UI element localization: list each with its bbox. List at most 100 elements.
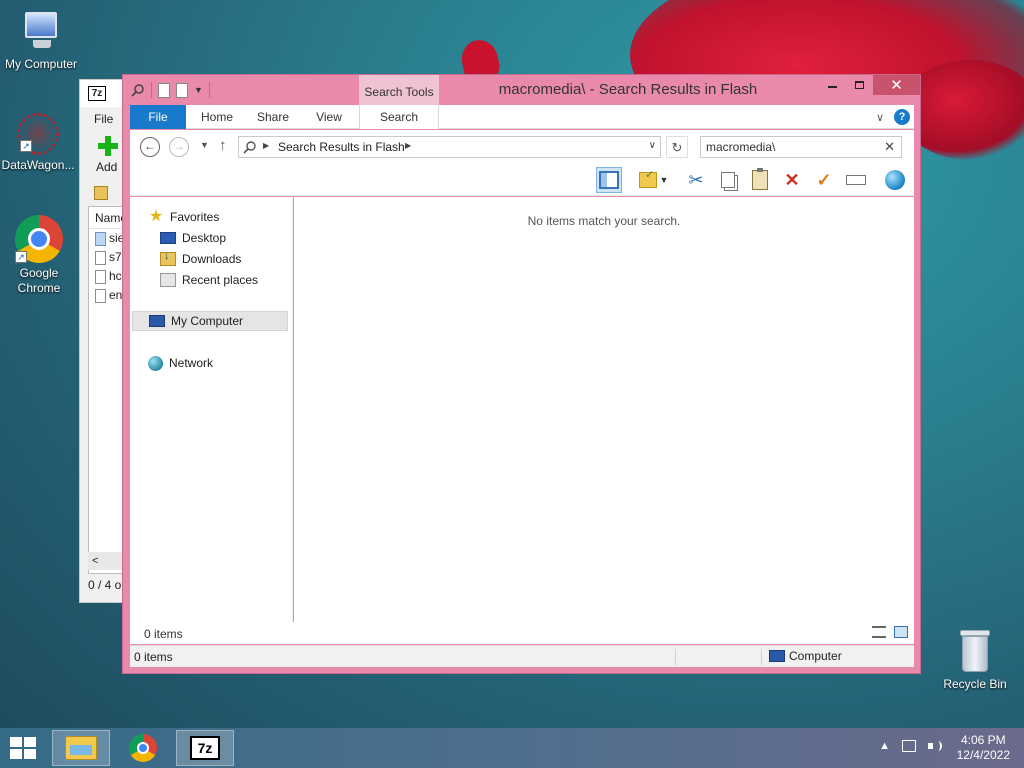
checkmark-icon: ✓ bbox=[816, 170, 832, 190]
recycle-bin-icon bbox=[958, 630, 992, 674]
maximize-button[interactable] bbox=[846, 75, 873, 95]
taskbar-google-chrome[interactable] bbox=[114, 730, 172, 766]
search-input-value[interactable]: macromedia\ bbox=[706, 140, 775, 154]
navigation-bar: ← → ▼ ↑ ▶ Search Results in Flash ▶ ∨ ↻ … bbox=[130, 130, 914, 164]
refresh-icon: ↻ bbox=[671, 140, 683, 155]
desktop-icon-my-computer[interactable]: My Computer bbox=[0, 10, 82, 72]
show-hidden-icons-chevron-up-icon[interactable]: ▲ bbox=[879, 740, 890, 752]
explorer-window[interactable]: ▼ Search Tools macromedia\ - Search Resu… bbox=[122, 74, 921, 674]
system-tray: ▲ bbox=[879, 740, 942, 752]
help-icon[interactable]: ? bbox=[894, 109, 910, 125]
add-plus-icon[interactable] bbox=[98, 136, 118, 156]
select-folder-dropdown[interactable]: ▼ bbox=[657, 167, 671, 193]
internet-button[interactable] bbox=[882, 167, 908, 193]
toolbar-divider bbox=[208, 82, 210, 98]
properties-button[interactable]: ✓ bbox=[811, 167, 837, 193]
items-count: 0 items bbox=[144, 627, 183, 641]
desktop-icon bbox=[160, 232, 176, 244]
folder-up-icon[interactable] bbox=[94, 186, 108, 200]
status-items-count: 0 items bbox=[134, 650, 173, 664]
clear-search-close-icon[interactable]: ✕ bbox=[884, 139, 895, 155]
file-icon bbox=[95, 231, 106, 246]
paste-button[interactable] bbox=[747, 167, 773, 193]
nav-item-network[interactable]: Network bbox=[148, 353, 213, 373]
expand-ribbon-chevron-down-icon[interactable]: ∨ bbox=[876, 111, 884, 124]
desktop-icon-recycle-bin[interactable]: Recycle Bin bbox=[934, 630, 1016, 692]
network-icon[interactable] bbox=[902, 740, 916, 752]
customize-toolbar-chevron-down-icon[interactable]: ▼ bbox=[194, 85, 203, 95]
address-history-chevron-down-icon[interactable]: ∨ bbox=[649, 140, 656, 151]
file-icon bbox=[95, 250, 106, 265]
status-divider bbox=[761, 649, 762, 665]
scroll-left-arrow-icon[interactable]: < bbox=[92, 555, 98, 567]
downloads-icon bbox=[160, 250, 176, 266]
preview-pane-button[interactable] bbox=[596, 167, 622, 193]
details-view-icon[interactable] bbox=[872, 626, 886, 638]
file-explorer-icon bbox=[65, 736, 97, 760]
clipboard-icon bbox=[752, 168, 768, 190]
search-input[interactable]: macromedia\ ✕ bbox=[700, 136, 902, 158]
rename-button[interactable] bbox=[843, 167, 869, 193]
search-icon bbox=[243, 140, 257, 154]
desktop-icon-google-chrome[interactable]: ↗ Google Chrome bbox=[0, 215, 80, 296]
globe-icon bbox=[885, 170, 905, 190]
tab-home[interactable]: Home bbox=[192, 105, 242, 129]
chevron-down-icon: ▼ bbox=[659, 175, 669, 185]
file-icon bbox=[95, 288, 106, 303]
breadcrumb-separator-icon[interactable]: ▶ bbox=[263, 141, 269, 150]
view-switcher bbox=[872, 626, 908, 638]
navigation-pane: ★ Favorites Desktop Downloads Recent pla… bbox=[130, 197, 293, 643]
nav-item-favorites[interactable]: ★ Favorites bbox=[148, 207, 220, 227]
datawagon-icon: ↗ bbox=[17, 113, 59, 155]
7zip-menu-file[interactable]: File bbox=[94, 112, 113, 126]
large-icons-view-icon[interactable] bbox=[894, 626, 908, 638]
new-folder-icon[interactable] bbox=[176, 82, 188, 98]
computer-icon bbox=[149, 315, 165, 327]
maximize-icon bbox=[855, 81, 864, 89]
recent-locations-chevron-down-icon[interactable]: ▼ bbox=[200, 140, 209, 150]
properties-icon[interactable] bbox=[158, 82, 170, 98]
desktop-icon-datawagon[interactable]: ↗ DataWagon... bbox=[0, 113, 79, 173]
taskbar-7zip[interactable]: 7z bbox=[176, 730, 234, 766]
explorer-titlebar[interactable]: ▼ Search Tools macromedia\ - Search Resu… bbox=[123, 75, 920, 105]
close-button[interactable]: ✕ bbox=[873, 75, 920, 95]
tab-search[interactable]: Search bbox=[359, 105, 439, 129]
chrome-icon bbox=[129, 734, 157, 762]
back-button[interactable]: ← bbox=[140, 137, 160, 157]
chrome-icon: ↗ bbox=[15, 215, 63, 263]
refresh-button[interactable]: ↻ bbox=[666, 136, 688, 158]
nav-item-downloads[interactable]: Downloads bbox=[160, 249, 241, 269]
tab-share[interactable]: Share bbox=[248, 105, 298, 129]
tab-view[interactable]: View bbox=[304, 105, 354, 129]
forward-button[interactable]: → bbox=[169, 137, 189, 157]
nav-item-recent-places[interactable]: Recent places bbox=[160, 270, 258, 290]
file-list-pane[interactable]: No items match your search. bbox=[294, 197, 914, 643]
up-arrow-icon[interactable]: ↑ bbox=[219, 137, 227, 154]
clock[interactable]: 4:06 PM 12/4/2022 bbox=[957, 733, 1010, 763]
desktop-icon-label: DataWagon... bbox=[1, 158, 75, 172]
folder-check-icon bbox=[639, 168, 657, 188]
minimize-button[interactable] bbox=[819, 75, 846, 95]
toolbar-divider bbox=[151, 82, 152, 98]
breadcrumb-separator-icon[interactable]: ▶ bbox=[405, 141, 411, 150]
nav-item-desktop[interactable]: Desktop bbox=[160, 228, 226, 248]
network-icon bbox=[148, 355, 163, 371]
7zip-add-button[interactable]: Add bbox=[96, 160, 117, 174]
search-icon[interactable] bbox=[131, 83, 145, 97]
address-bar[interactable]: ▶ Search Results in Flash ▶ ∨ bbox=[238, 136, 661, 158]
nav-item-my-computer[interactable]: My Computer bbox=[132, 311, 288, 331]
start-button[interactable] bbox=[10, 737, 38, 759]
taskbar-file-explorer[interactable] bbox=[52, 730, 110, 766]
cut-button[interactable]: ✂ bbox=[683, 167, 709, 193]
copy-button[interactable] bbox=[715, 167, 741, 193]
windows-logo-icon bbox=[10, 737, 22, 747]
tab-file[interactable]: File bbox=[130, 105, 186, 129]
scissors-icon: ✂ bbox=[688, 170, 704, 190]
volume-icon[interactable] bbox=[928, 740, 942, 752]
file-icon bbox=[95, 269, 106, 284]
breadcrumb[interactable]: Search Results in Flash bbox=[278, 140, 405, 154]
status-divider bbox=[675, 649, 676, 665]
status-bar: 0 items Computer bbox=[130, 645, 914, 667]
delete-button[interactable]: ✕ bbox=[779, 167, 805, 193]
window-title: macromedia\ - Search Results in Flash bbox=[498, 81, 758, 98]
